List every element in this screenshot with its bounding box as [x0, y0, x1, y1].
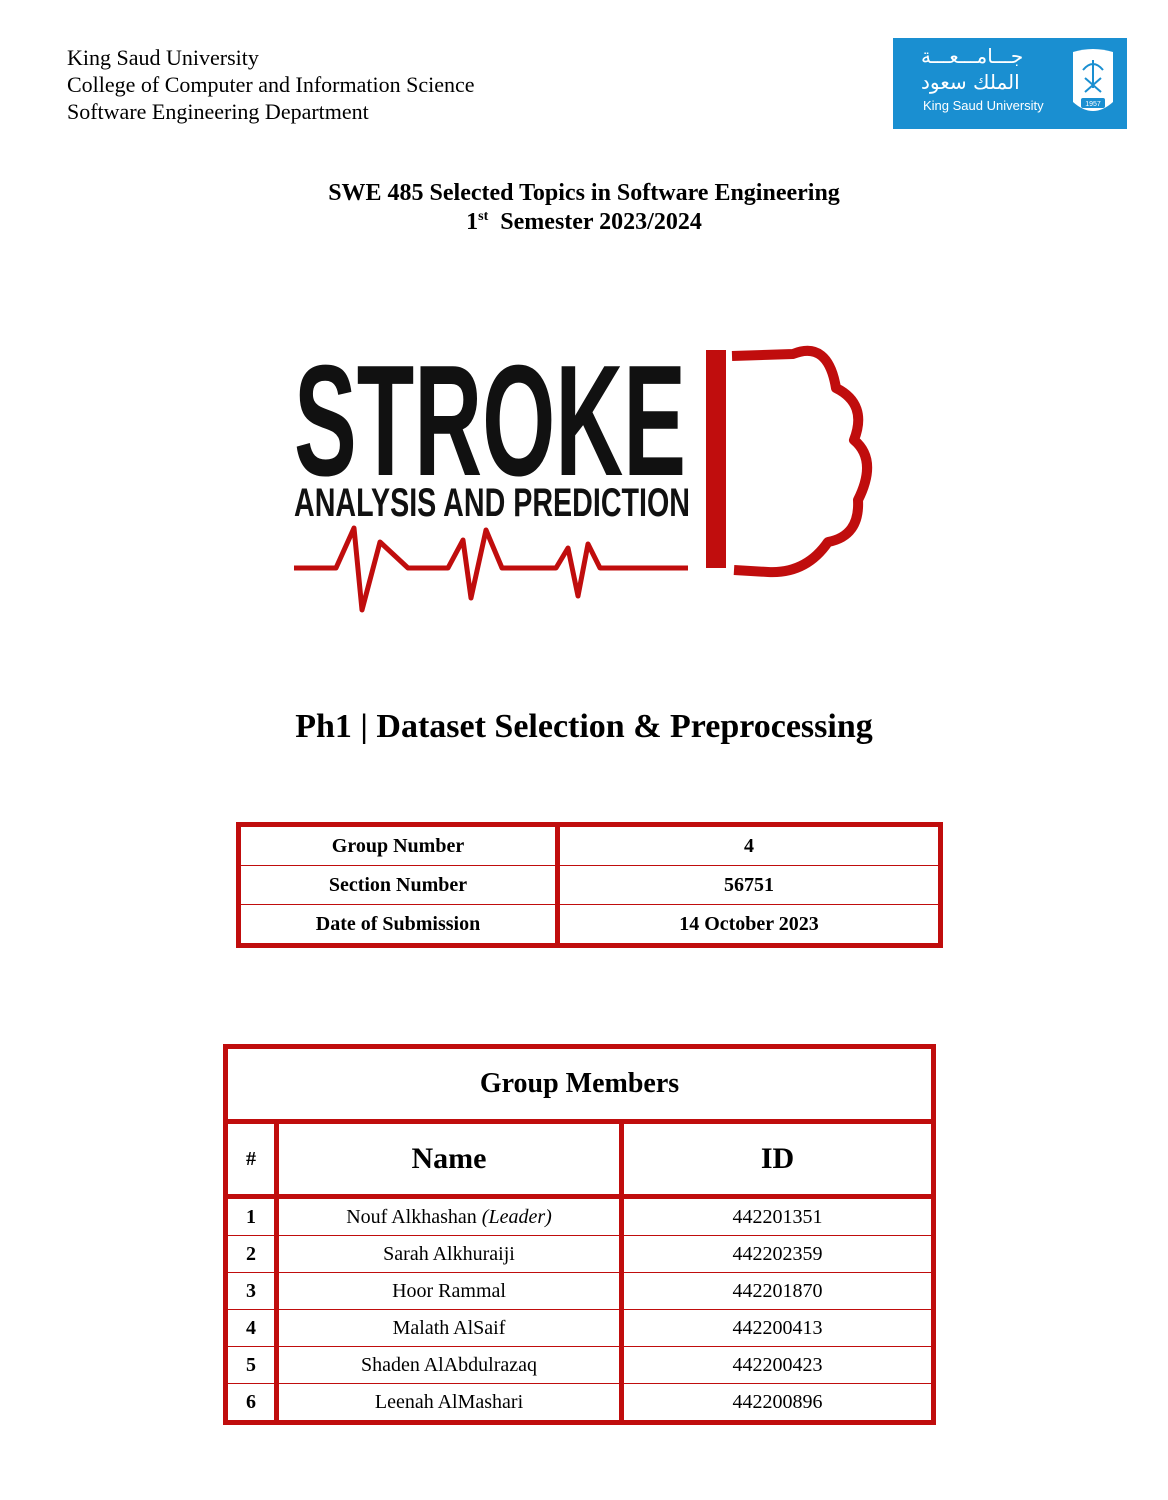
phase-title: Ph1 | Dataset Selection & Preprocessing — [295, 708, 873, 745]
table-row: 4 Malath AlSaif 442200413 — [225, 1309, 934, 1347]
member-name-cell: Nouf Alkhashan (Leader) — [276, 1196, 624, 1236]
member-name: Shaden AlAbdulrazaq — [276, 1346, 624, 1384]
member-role-note: (Leader) — [481, 1205, 552, 1228]
table-header-row: # Name ID — [225, 1121, 934, 1199]
ksu-logo-arabic-line1: جـــامـــعـــة — [921, 44, 1024, 68]
member-number: 4 — [225, 1309, 279, 1347]
table-row: Date of Submission 14 October 2023 — [238, 904, 941, 946]
table-row: 2 Sarah Alkhuraiji 442202359 — [225, 1235, 934, 1273]
member-id: 442201870 — [621, 1272, 934, 1310]
semester-text: Semester 2023/2024 — [500, 209, 702, 235]
table-row: Section Number 56751 — [238, 865, 941, 905]
member-number: 3 — [225, 1272, 279, 1310]
member-id: 442200896 — [621, 1383, 934, 1423]
course-title: SWE 485 Selected Topics in Software Engi… — [328, 180, 840, 206]
member-number: 1 — [225, 1196, 279, 1236]
table-row: 3 Hoor Rammal 442201870 — [225, 1272, 934, 1310]
semester-number: 1 — [466, 209, 479, 235]
section-number-label: Section Number — [238, 865, 560, 905]
brain-outline-icon — [731, 345, 873, 578]
table-row: 6 Leenah AlMashari 442200896 — [225, 1383, 934, 1423]
semester-line: 1st Semester 2023/2024 — [0, 209, 1168, 236]
department-name: Software Engineering Department — [67, 99, 369, 124]
brain-bar-icon — [706, 350, 726, 568]
table-row: Group Number 4 — [238, 824, 941, 866]
member-number: 2 — [225, 1235, 279, 1273]
info-table: Group Number 4 Section Number 56751 Date… — [236, 822, 943, 948]
member-id: 442201351 — [621, 1196, 934, 1236]
member-name: Malath AlSaif — [276, 1309, 624, 1347]
column-header-name: Name — [276, 1121, 624, 1199]
group-number-label: Group Number — [238, 824, 560, 866]
member-number: 6 — [225, 1383, 279, 1423]
group-number-value: 4 — [557, 824, 941, 866]
column-header-id: ID — [621, 1121, 934, 1199]
stroke-logo-tagline: ANALYSIS AND PREDICTION — [294, 481, 690, 525]
member-id: 442202359 — [621, 1235, 934, 1273]
semester-ordinal: st — [478, 209, 489, 224]
member-name: Sarah Alkhuraiji — [276, 1235, 624, 1273]
group-members-table: Group Members # Name ID 1 Nouf Alkhashan… — [223, 1044, 936, 1425]
table-row: 5 Shaden AlAbdulrazaq 442200423 — [225, 1346, 934, 1384]
submission-date-label: Date of Submission — [238, 904, 560, 946]
member-name: Nouf Alkhashan — [346, 1205, 477, 1228]
ksu-logo-english: King Saud University — [923, 98, 1044, 113]
submission-date-value: 14 October 2023 — [557, 904, 941, 946]
table-title-row: Group Members — [225, 1046, 934, 1124]
table-row: 1 Nouf Alkhashan (Leader) 442201351 — [225, 1196, 934, 1236]
member-name: Leenah AlMashari — [276, 1383, 624, 1423]
ksu-seal-icon: 1957 — [1073, 49, 1113, 111]
university-header: King Saud University College of Computer… — [67, 44, 475, 125]
ksu-logo: جـــامـــعـــة الملك سعود King Saud Univ… — [893, 38, 1127, 129]
member-id: 442200413 — [621, 1309, 934, 1347]
ksu-logo-arabic-line2: الملك سعود — [921, 70, 1020, 94]
member-number: 5 — [225, 1346, 279, 1384]
heartbeat-line-icon — [294, 525, 688, 613]
section-number-value: 56751 — [557, 865, 941, 905]
member-id: 442200423 — [621, 1346, 934, 1384]
ksu-logo-year: 1957 — [1085, 101, 1101, 108]
column-header-number: # — [225, 1121, 279, 1199]
university-name: King Saud University — [67, 45, 259, 70]
group-members-title: Group Members — [225, 1046, 934, 1124]
member-name: Hoor Rammal — [276, 1272, 624, 1310]
stroke-logo: STROKE ANALYSIS AND PREDICTION — [294, 333, 873, 613]
college-name: College of Computer and Information Scie… — [67, 72, 475, 97]
